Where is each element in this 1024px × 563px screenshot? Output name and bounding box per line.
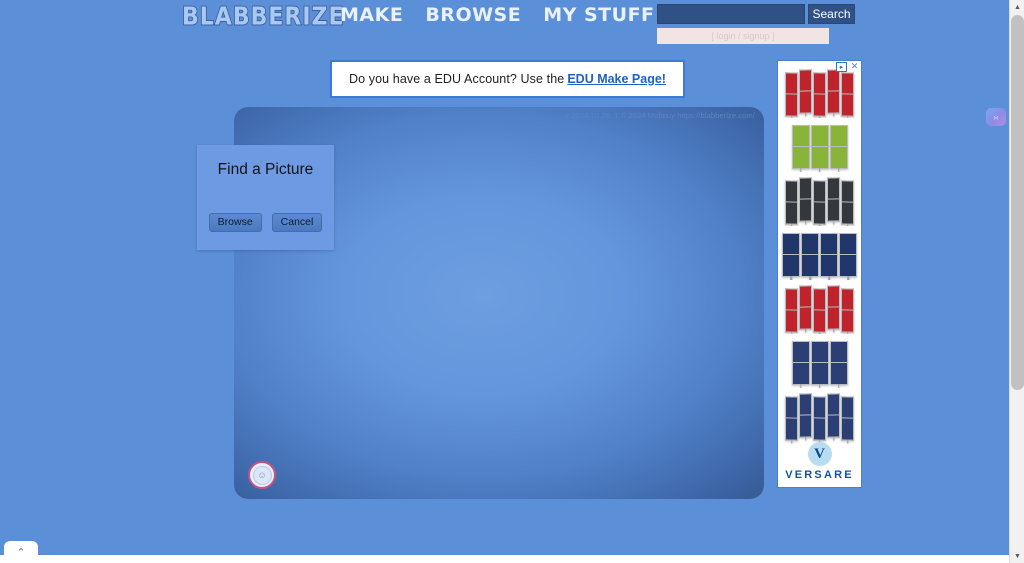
divider-panel	[820, 233, 838, 277]
dialog-actions: Browse Cancel	[197, 213, 334, 232]
site-logo[interactable]: BLABBERIZE	[181, 2, 345, 32]
scrollbar-down-arrow[interactable]: ▼	[1010, 549, 1024, 563]
ad-product-images	[778, 64, 861, 442]
ad-product-image[interactable]	[778, 64, 861, 118]
dialog-title: Find a Picture	[217, 161, 314, 178]
page-root: BLABBERIZE MAKE BROWSE MY STUFF Search […	[0, 0, 1024, 563]
divider-panel	[813, 396, 826, 441]
ad-brand-name: VERSARE	[785, 469, 854, 481]
room-divider-graphic	[791, 125, 848, 169]
ad-product-image[interactable]	[778, 172, 861, 226]
divider-panel	[813, 72, 826, 117]
search-cluster: Search [ login / signup ]	[657, 4, 855, 44]
divider-panel	[810, 125, 829, 169]
browser-scrollbar[interactable]: ▲ ▼	[1009, 0, 1024, 563]
divider-panel	[799, 285, 812, 330]
divider-panel	[827, 393, 840, 438]
adchoices-icon[interactable]: ▸	[836, 62, 847, 72]
ad-product-image[interactable]	[778, 226, 861, 280]
find-a-picture-dialog: Find a Picture Browse Cancel	[197, 145, 334, 250]
scrollbar-thumb[interactable]	[1011, 15, 1024, 390]
cancel-button[interactable]: Cancel	[271, 213, 323, 232]
divider-panel	[841, 288, 854, 333]
close-icon[interactable]: ✕	[849, 62, 860, 72]
ad-brand: V VERSARE	[778, 442, 861, 481]
ad-product-image[interactable]	[778, 388, 861, 442]
divider-panel	[827, 69, 840, 114]
divider-panel	[841, 396, 854, 441]
divider-panel	[791, 341, 810, 385]
site-header: BLABBERIZE MAKE BROWSE MY STUFF Search […	[0, 0, 1009, 48]
nav-item-browse[interactable]: BROWSE	[425, 4, 521, 26]
room-divider-graphic	[785, 69, 855, 117]
divider-panel	[799, 69, 812, 114]
chat-widget-icon[interactable]: ›‹	[986, 108, 1006, 126]
divider-panel	[782, 233, 800, 277]
room-divider-graphic	[785, 285, 855, 333]
divider-panel	[799, 393, 812, 438]
divider-panel	[785, 180, 798, 225]
scrollbar-up-arrow[interactable]: ▲	[1010, 0, 1024, 14]
versare-logo-icon: V	[807, 442, 832, 466]
divider-panel	[827, 285, 840, 330]
chevron-up-icon[interactable]: ⌃	[4, 541, 38, 563]
edu-banner-text: Do you have a EDU Account? Use the	[349, 72, 565, 86]
ad-product-image[interactable]	[778, 280, 861, 334]
ad-product-image[interactable]	[778, 334, 861, 388]
divider-panel	[841, 72, 854, 117]
ad-controls: ▸ ✕	[836, 62, 860, 72]
ad-product-image[interactable]	[778, 118, 861, 172]
nav-item-make[interactable]: MAKE	[340, 4, 403, 26]
divider-panel	[813, 288, 826, 333]
room-divider-graphic	[785, 177, 855, 225]
browse-button[interactable]: Browse	[208, 213, 262, 232]
divider-panel	[791, 125, 810, 169]
divider-panel	[810, 341, 829, 385]
divider-panel	[799, 177, 812, 222]
room-divider-graphic	[791, 341, 848, 385]
bottom-strip	[0, 555, 1009, 563]
advertisement-panel[interactable]: ▸ ✕ V VERSARE	[777, 60, 862, 488]
divider-panel	[785, 72, 798, 117]
login-signup-bar: [ login / signup ]	[657, 28, 829, 44]
edu-account-banner: Do you have a EDU Account? Use the EDU M…	[330, 60, 685, 98]
divider-panel	[841, 180, 854, 225]
camera-icon-inner: ☺	[252, 465, 272, 485]
search-button[interactable]: Search	[808, 4, 855, 24]
camera-icon[interactable]: ☺	[248, 461, 276, 489]
divider-panel	[813, 180, 826, 225]
divider-panel	[785, 288, 798, 333]
divider-panel	[829, 341, 848, 385]
divider-panel	[829, 125, 848, 169]
version-copyright-text: v 2024.10.20. 1 © 2024 Mobouy https://bl…	[565, 111, 755, 120]
edu-make-page-link[interactable]: EDU Make Page!	[567, 72, 666, 86]
divider-panel	[801, 233, 819, 277]
divider-panel	[785, 396, 798, 441]
nav-item-my-stuff[interactable]: MY STUFF	[543, 4, 654, 26]
login-signup-link[interactable]: [ login / signup ]	[711, 31, 774, 41]
divider-panel	[827, 177, 840, 222]
room-divider-graphic	[785, 393, 855, 441]
search-input[interactable]	[657, 4, 805, 24]
main-navigation: MAKE BROWSE MY STUFF	[340, 4, 655, 26]
room-divider-graphic	[782, 233, 858, 277]
divider-panel	[839, 233, 857, 277]
